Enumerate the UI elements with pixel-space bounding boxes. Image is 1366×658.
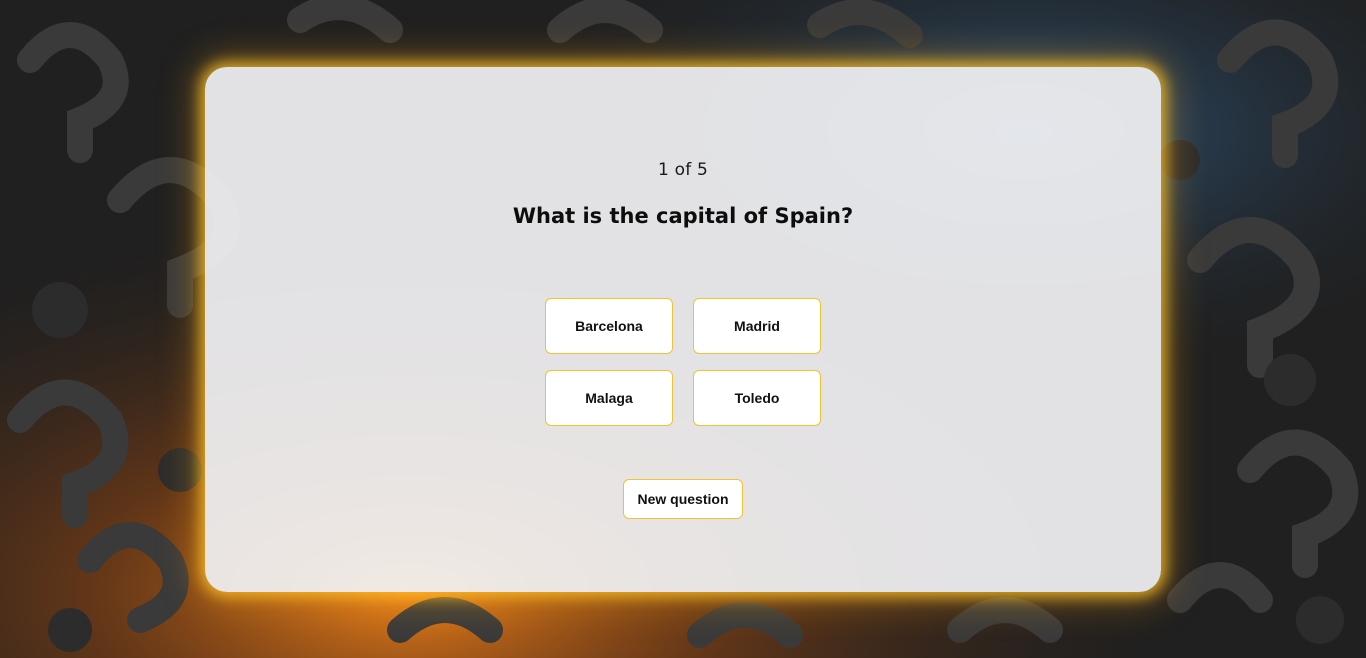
new-question-button[interactable]: New question <box>623 479 743 519</box>
answer-options: Barcelona Madrid Malaga Toledo <box>545 298 821 426</box>
question-text: What is the capital of Spain? <box>512 204 854 228</box>
answer-button-madrid[interactable]: Madrid <box>693 298 821 354</box>
question-counter: 1 of 5 <box>657 160 709 180</box>
answer-button-toledo[interactable]: Toledo <box>693 370 821 426</box>
answer-button-barcelona[interactable]: Barcelona <box>545 298 673 354</box>
answer-button-malaga[interactable]: Malaga <box>545 370 673 426</box>
